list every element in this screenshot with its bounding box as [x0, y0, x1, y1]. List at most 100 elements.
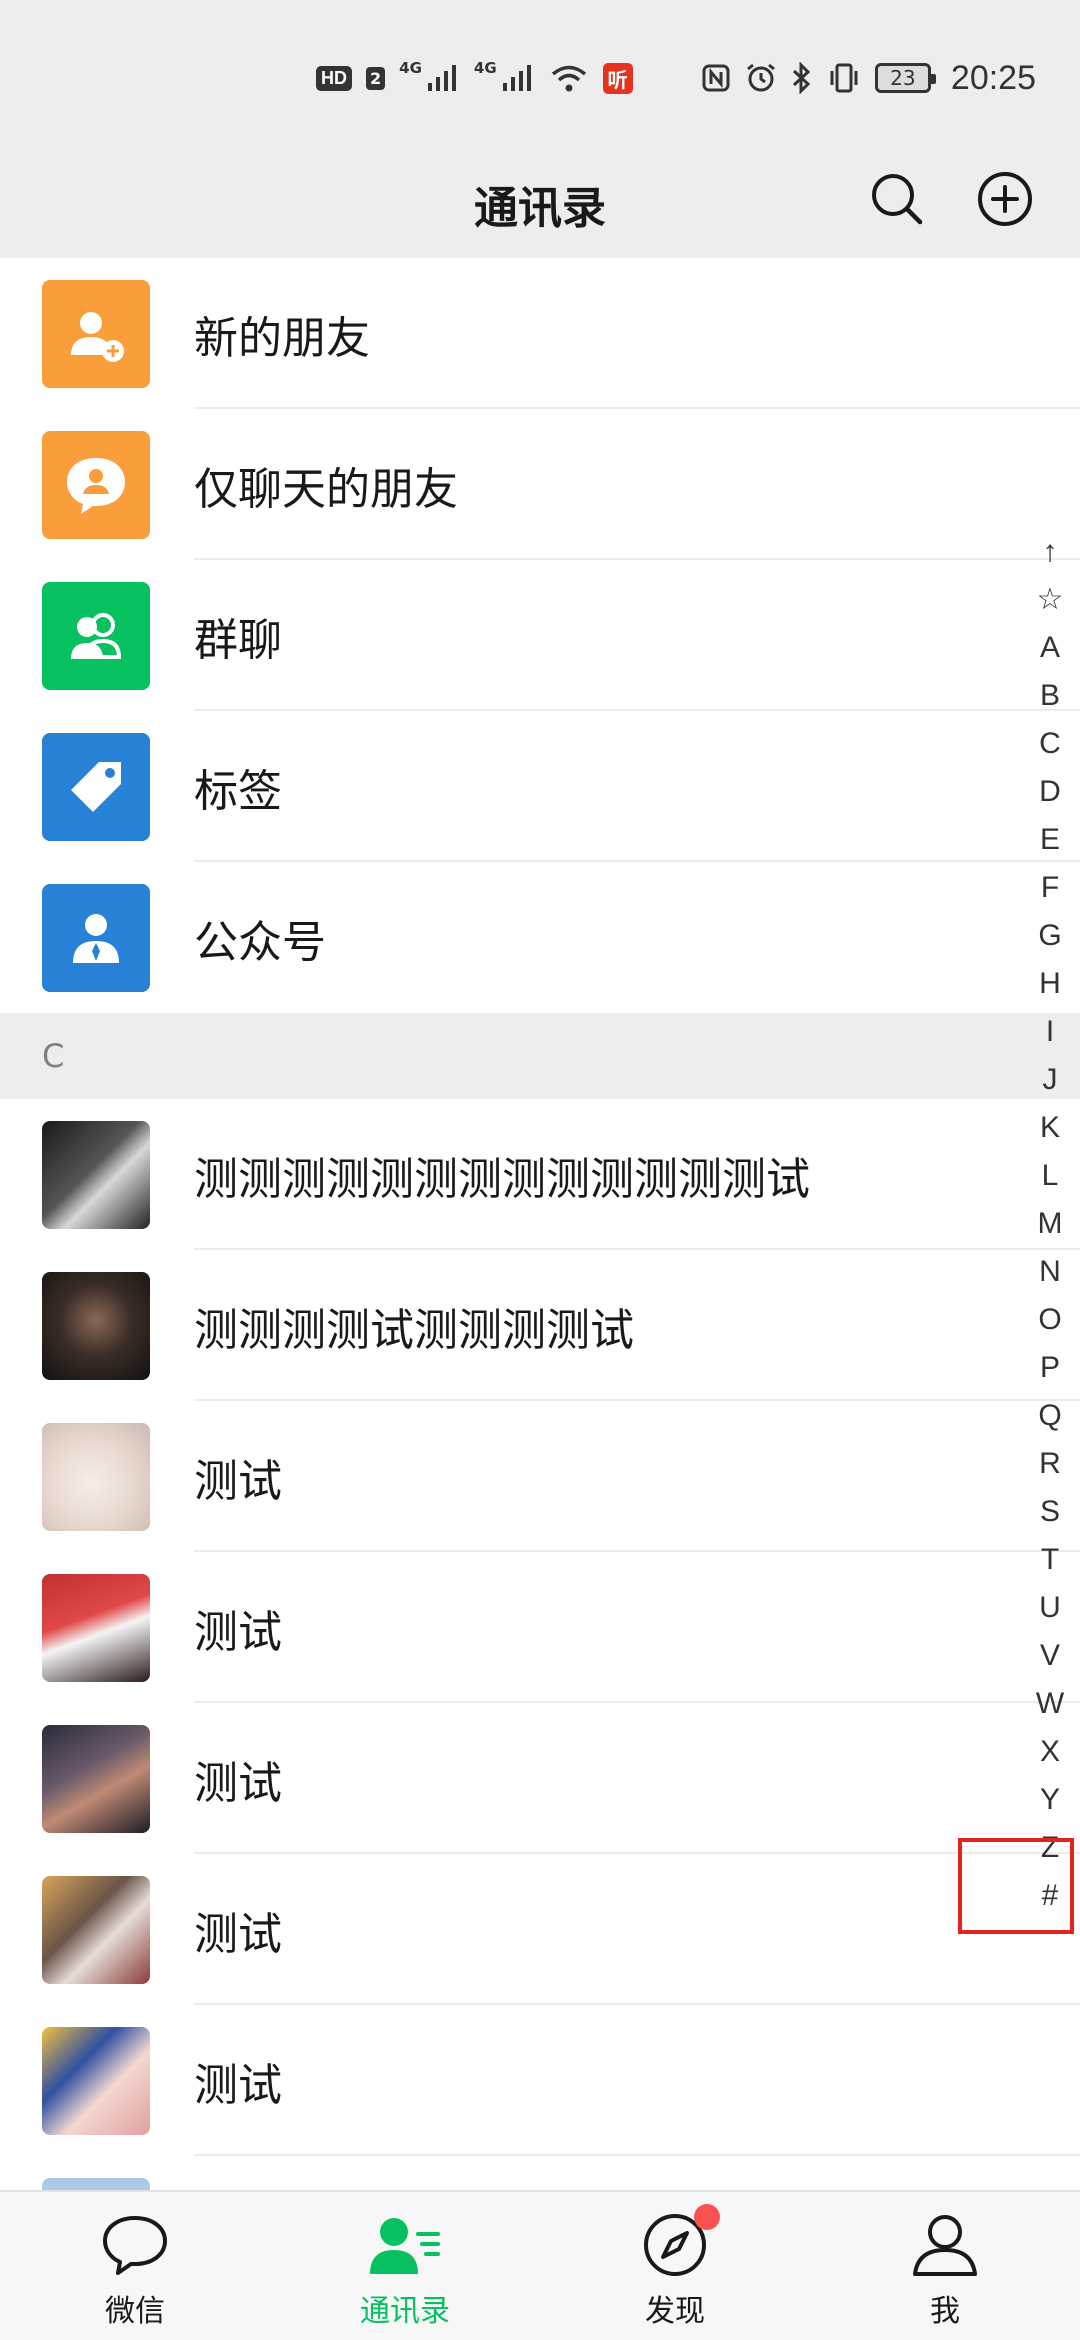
network-type-1: 4G: [399, 59, 422, 77]
nfc-icon: [702, 64, 730, 92]
tab-label: 我: [930, 2294, 960, 2329]
row-label: 新的朋友: [194, 312, 370, 364]
index-item[interactable]: G: [1020, 912, 1080, 960]
contact-avatar: [42, 1121, 150, 1229]
sim-badge: 2: [366, 66, 386, 90]
chat-only-friend-icon: [42, 431, 150, 539]
index-item[interactable]: V: [1020, 1632, 1080, 1680]
row-label: 标签: [194, 765, 282, 817]
contact-row[interactable]: 测试: [0, 1854, 1080, 2005]
alarm-icon: [746, 63, 775, 92]
battery-indicator: 23: [874, 63, 936, 93]
section-header-c: C: [0, 1013, 1080, 1099]
tab-contacts[interactable]: 通讯录: [270, 2192, 540, 2340]
index-item[interactable]: J: [1020, 1056, 1080, 1104]
contact-row[interactable]: 测试: [0, 1703, 1080, 1854]
tags-row[interactable]: 标签: [0, 711, 1080, 862]
row-label: 公众号: [194, 916, 326, 968]
title-bar: 通讯录: [0, 140, 1080, 258]
contact-row[interactable]: 测试: [0, 1401, 1080, 1552]
contact-avatar: [42, 1574, 150, 1682]
tag-icon: [42, 733, 150, 841]
tab-label: 通讯录: [360, 2294, 450, 2329]
add-friend-icon: [42, 280, 150, 388]
index-item[interactable]: Y: [1020, 1776, 1080, 1824]
clock: 20:25: [950, 58, 1036, 97]
person-icon: [908, 2210, 982, 2280]
group-chats-row[interactable]: 群聊: [0, 560, 1080, 711]
contact-name: 测测测测测测测测测测测测测试: [194, 1153, 810, 1205]
network-type-2: 4G: [473, 59, 497, 77]
index-item[interactable]: T: [1020, 1536, 1080, 1584]
contacts-icon: [368, 2210, 442, 2280]
contact-row[interactable]: 测试: [0, 2005, 1080, 2156]
index-item[interactable]: Q: [1020, 1392, 1080, 1440]
index-item[interactable]: I: [1020, 1008, 1080, 1056]
chat-bubble-icon: [98, 2210, 172, 2280]
group-chat-icon: [42, 582, 150, 690]
section-letter: C: [42, 1037, 65, 1075]
index-item[interactable]: O: [1020, 1296, 1080, 1344]
row-label: 仅聊天的朋友: [194, 463, 458, 515]
status-bar: HD 2 4G 4G 听 23 20:25: [0, 0, 1080, 140]
bottom-tab-bar: 微信 通讯录 发现 我: [0, 2190, 1080, 2340]
notification-dot: [694, 2204, 720, 2230]
contact-row[interactable]: 测试: [0, 1552, 1080, 1703]
index-item[interactable]: C: [1020, 720, 1080, 768]
index-item[interactable]: A: [1020, 624, 1080, 672]
signal-icon: [427, 65, 456, 91]
index-item[interactable]: R: [1020, 1440, 1080, 1488]
index-item[interactable]: M: [1020, 1200, 1080, 1248]
official-account-icon: [42, 884, 150, 992]
index-item[interactable]: ☆: [1020, 576, 1080, 624]
tab-discover[interactable]: 发现: [540, 2192, 810, 2340]
contact-name: 测试: [194, 2059, 282, 2111]
alphabet-index[interactable]: ↑ ☆ A B C D E F G H I J K L M N O P Q R …: [1020, 528, 1080, 1920]
tab-label: 微信: [105, 2294, 165, 2329]
contact-avatar: [42, 1272, 150, 1380]
tab-label: 发现: [645, 2294, 705, 2329]
index-item[interactable]: S: [1020, 1488, 1080, 1536]
index-item[interactable]: E: [1020, 816, 1080, 864]
contact-row[interactable]: 测测测测测测测测测测测测测试: [0, 1099, 1080, 1250]
index-item[interactable]: B: [1020, 672, 1080, 720]
index-item[interactable]: ↑: [1020, 528, 1080, 576]
contact-row[interactable]: 测测测测试测测测测试: [0, 1250, 1080, 1401]
contact-avatar: [42, 1876, 150, 1984]
index-item[interactable]: K: [1020, 1104, 1080, 1152]
vibrate-icon: [830, 63, 858, 93]
row-label: 群聊: [194, 614, 282, 666]
wifi-icon: [551, 65, 586, 92]
tab-chats[interactable]: 微信: [0, 2192, 270, 2340]
contacts-list: 新的朋友 仅聊天的朋友 群聊 标签 公众号 C 测测测测测测测测测测测测测试 测…: [0, 258, 1080, 2307]
index-item[interactable]: U: [1020, 1584, 1080, 1632]
add-circle-icon[interactable]: [972, 166, 1038, 232]
hd-badge: HD: [316, 65, 352, 91]
contact-avatar: [42, 1423, 150, 1531]
new-friends-row[interactable]: 新的朋友: [0, 258, 1080, 409]
index-item[interactable]: D: [1020, 768, 1080, 816]
contact-name: 测试: [194, 1908, 282, 1960]
contact-avatar: [42, 2027, 150, 2135]
index-item[interactable]: P: [1020, 1344, 1080, 1392]
contact-name: 测试: [194, 1455, 282, 1507]
official-accounts-row[interactable]: 公众号: [0, 862, 1080, 1013]
chat-only-friends-row[interactable]: 仅聊天的朋友: [0, 409, 1080, 560]
status-right: 23 20:25: [701, 58, 1036, 98]
index-item[interactable]: L: [1020, 1152, 1080, 1200]
index-item[interactable]: W: [1020, 1680, 1080, 1728]
contact-name: 测试: [194, 1757, 282, 1809]
signal-icon: [502, 65, 531, 91]
status-left: HD 2 4G 4G 听: [316, 58, 633, 98]
highlight-box: [958, 1838, 1074, 1934]
index-item[interactable]: N: [1020, 1248, 1080, 1296]
index-item[interactable]: H: [1020, 960, 1080, 1008]
search-icon[interactable]: [864, 166, 930, 232]
listen-badge: 听: [602, 62, 633, 94]
contact-avatar: [42, 1725, 150, 1833]
index-item[interactable]: X: [1020, 1728, 1080, 1776]
bluetooth-icon: [792, 62, 811, 94]
contact-name: 测测测测试测测测测试: [194, 1304, 634, 1356]
tab-me[interactable]: 我: [810, 2192, 1080, 2340]
index-item[interactable]: F: [1020, 864, 1080, 912]
